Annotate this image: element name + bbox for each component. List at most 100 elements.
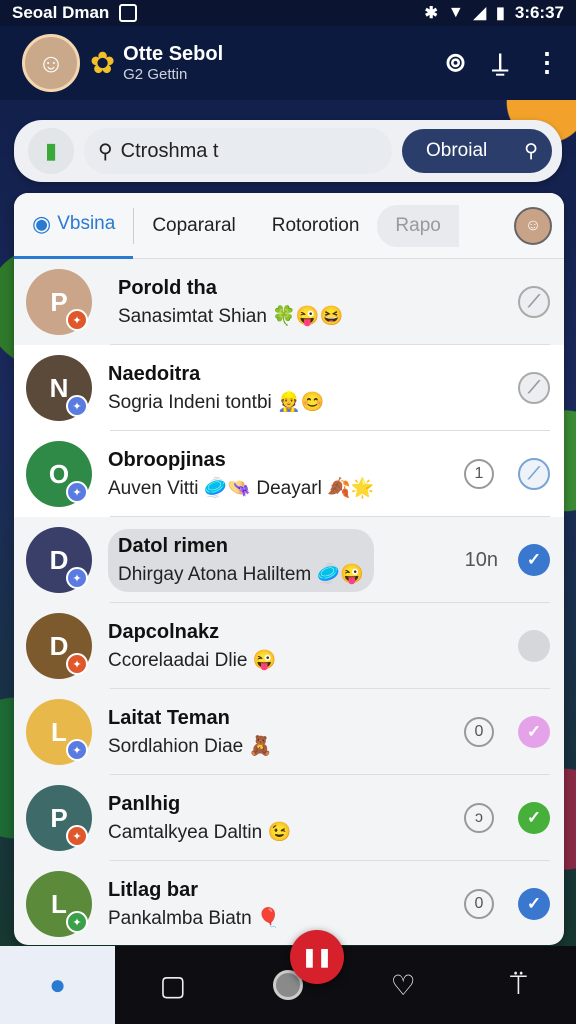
- chat-row[interactable]: D ✦ Dapcolnakz Ccorelaadai Dlie 😜: [14, 603, 564, 689]
- search-button-label: Obroial: [426, 140, 488, 161]
- mic-icon[interactable]: ▮: [28, 128, 74, 174]
- chat-bubble: Litlag bar Pankalmba Biatn 🎈: [108, 879, 464, 930]
- read-check-icon[interactable]: ⟋: [518, 458, 550, 490]
- tab-coparaal[interactable]: Copararal: [134, 193, 253, 259]
- search-button[interactable]: Obroial ⚲: [402, 129, 552, 173]
- chat-name: Porold tha: [118, 276, 217, 299]
- chat-list-card: ◉ Vbsina Copararal Rotorotion Rapo ☺ P ✦ P…: [14, 193, 564, 945]
- chat-bubble: Datol rimen Dhirgay Atona Haliltem 🥏😜: [108, 528, 374, 592]
- tab-vbsina[interactable]: ◉ Vbsina: [14, 193, 134, 259]
- record-button[interactable]: ❚❚: [290, 930, 344, 984]
- unread-count: 1: [464, 459, 494, 489]
- unread-count: 0: [464, 889, 494, 919]
- chat-message: Pankalmba Biatn 🎈: [108, 907, 281, 929]
- read-check-icon[interactable]: ✓: [518, 544, 550, 576]
- chat-bubble: Obroopjinas Auven Vitti 🥏👒 Deayarl 🍂🌟: [108, 449, 464, 500]
- chat-list: P ✦ Porold tha Sanasimtat Shian 🍀😜😆 ⟋ N ✦ Naedo…: [14, 259, 564, 945]
- search-icon[interactable]: ⊚: [445, 47, 467, 79]
- status-left-text: Seoal Dman: [12, 3, 110, 22]
- magnifier-icon: ⚲: [98, 140, 113, 163]
- battery-icon: ▮: [496, 5, 505, 22]
- app-logo-icon: ✿: [90, 46, 116, 80]
- more-vert-icon[interactable]: ⋮: [534, 47, 560, 79]
- tab-rapo[interactable]: Rapo: [377, 204, 459, 247]
- profile-avatar[interactable]: ☺: [22, 34, 80, 92]
- status-badge: ✦: [66, 309, 88, 331]
- chat-message: Dhirgay Atona Haliltem 🥏😜: [118, 563, 364, 585]
- tab-label: Copararal: [152, 214, 236, 236]
- search-bar: ▮ ⚲ Ctroshma t Obroial ⚲: [14, 120, 562, 182]
- heart-icon: ♡: [390, 969, 416, 1001]
- chat-bubble: Panlhig Camtalkyea Daltin 😉: [108, 793, 464, 844]
- unread-count: 10n: [464, 548, 498, 571]
- search-input[interactable]: ⚲ Ctroshma t: [84, 128, 392, 174]
- nav-heart[interactable]: ♡: [346, 946, 461, 1024]
- chat-name: Litlag bar: [108, 878, 199, 901]
- chat-row[interactable]: D ✦ Datol rimen Dhirgay Atona Haliltem 🥏😜 10…: [14, 517, 564, 603]
- status-badge: ✦: [66, 739, 88, 761]
- chat-bubble: Dapcolnakz Ccorelaadai Dlie 😜: [108, 621, 518, 672]
- search-go-icon: ⚲: [524, 140, 538, 162]
- status-badge: ✦: [66, 395, 88, 417]
- app-bar: ☺ ✿ Otte Sebol G2 Gettin ⊚ ⍊ ⋮: [0, 26, 576, 100]
- pause-icon: ❚❚: [301, 946, 333, 967]
- chat-text: Porold tha Sanasimtat Shian 🍀😜😆: [108, 271, 518, 334]
- read-check-icon[interactable]: ⟋: [518, 286, 550, 318]
- read-check-icon[interactable]: ✓: [518, 888, 550, 920]
- chat-row[interactable]: L ✦ Litlag bar Pankalmba Biatn 🎈 0 ✓: [14, 861, 564, 945]
- unread-count: ↄ: [464, 803, 494, 833]
- tab-label: Rotorotion: [271, 214, 360, 236]
- chat-row[interactable]: P ✦ Porold tha Sanasimtat Shian 🍀😜😆 ⟋: [14, 259, 564, 345]
- chat-row[interactable]: P ✦ Panlhig Camtalkyea Daltin 😉 ↄ ✓: [14, 775, 564, 861]
- chat-bubble: Laitat Teman Sordlahion Diae 🧸: [108, 707, 464, 758]
- chat-row[interactable]: L ✦ Laitat Teman Sordlahion Diae 🧸 0 ✓: [14, 689, 564, 775]
- read-check-icon[interactable]: [518, 630, 550, 662]
- chat-text: Panlhig Camtalkyea Daltin 😉: [108, 793, 464, 844]
- tab-rotorotion[interactable]: Rotorotion: [254, 193, 378, 259]
- tab-label: Vbsina: [57, 213, 116, 234]
- chat-bubble: Porold tha Sanasimtat Shian 🍀😜😆: [108, 271, 353, 334]
- chat-message: Auven Vitti 🥏👒 Deayarl 🍂🌟: [108, 477, 375, 499]
- chat-name: Laitat Teman: [108, 706, 230, 729]
- person-icon: ●: [49, 969, 67, 1000]
- square-icon: ▢: [159, 969, 187, 1001]
- chat-message: Camtalkyea Daltin 😉: [108, 821, 292, 843]
- chat-name: Panlhig: [108, 792, 181, 815]
- tab-label: Rapo: [395, 214, 441, 236]
- bottom-nav: ● ▢ ♡ ⍡: [0, 946, 576, 1024]
- tab-bar: ◉ Vbsina Copararal Rotorotion Rapo ☺: [14, 193, 564, 259]
- chat-name: Dapcolnakz: [108, 620, 220, 643]
- chat-message: Sordlahion Diae 🧸: [108, 735, 273, 757]
- nav-profile[interactable]: ⍡: [461, 946, 576, 1024]
- chat-text: Laitat Teman Sordlahion Diae 🧸: [108, 707, 464, 758]
- app-title: Otte Sebol: [123, 43, 224, 65]
- chat-text: Dapcolnakz Ccorelaadai Dlie 😜: [108, 621, 518, 672]
- chat-text: Datol rimen Dhirgay Atona Haliltem 🥏😜: [108, 528, 465, 592]
- profile-icon: ⍡: [510, 968, 527, 1000]
- chat-name: Obroopjinas: [108, 448, 226, 471]
- bluetooth-icon: ✱: [424, 5, 438, 22]
- chat-text: Naedoitra Sogria Indeni tontbi 👷😊: [108, 363, 518, 414]
- chat-bubble: Naedoitra Sogria Indeni tontbi 👷😊: [108, 363, 518, 414]
- search-value: Ctroshma t: [120, 139, 219, 162]
- chat-message: Sogria Indeni tontbi 👷😊: [108, 391, 325, 413]
- chat-name: Datol rimen: [118, 534, 229, 557]
- chat-row[interactable]: N ✦ Naedoitra Sogria Indeni tontbi 👷😊 ⟋: [14, 345, 564, 431]
- tab-avatar[interactable]: ☺: [514, 207, 552, 245]
- chat-row[interactable]: O ✦ Obroopjinas Auven Vitti 🥏👒 Deayarl 🍂🌟 1 ⟋: [14, 431, 564, 517]
- read-check-icon[interactable]: ⟋: [518, 372, 550, 404]
- status-badge: ✦: [66, 825, 88, 847]
- nav-square[interactable]: ▢: [115, 946, 230, 1024]
- chat-message: Sanasimtat Shian 🍀😜😆: [118, 305, 344, 327]
- tab-globe-icon: ◉: [32, 211, 52, 236]
- chat-text: Obroopjinas Auven Vitti 🥏👒 Deayarl 🍂🌟: [108, 449, 464, 500]
- nav-person[interactable]: ●: [0, 946, 116, 1024]
- status-badge: ✦: [66, 481, 88, 503]
- read-check-icon[interactable]: ✓: [518, 716, 550, 748]
- read-check-icon[interactable]: ✓: [518, 802, 550, 834]
- unread-count: 0: [464, 717, 494, 747]
- app-subtitle: G2 Gettin: [123, 66, 188, 83]
- chat-text: Litlag bar Pankalmba Biatn 🎈: [108, 879, 464, 930]
- status-badge: ✦: [66, 911, 88, 933]
- user-pin-icon[interactable]: ⍊: [492, 47, 508, 79]
